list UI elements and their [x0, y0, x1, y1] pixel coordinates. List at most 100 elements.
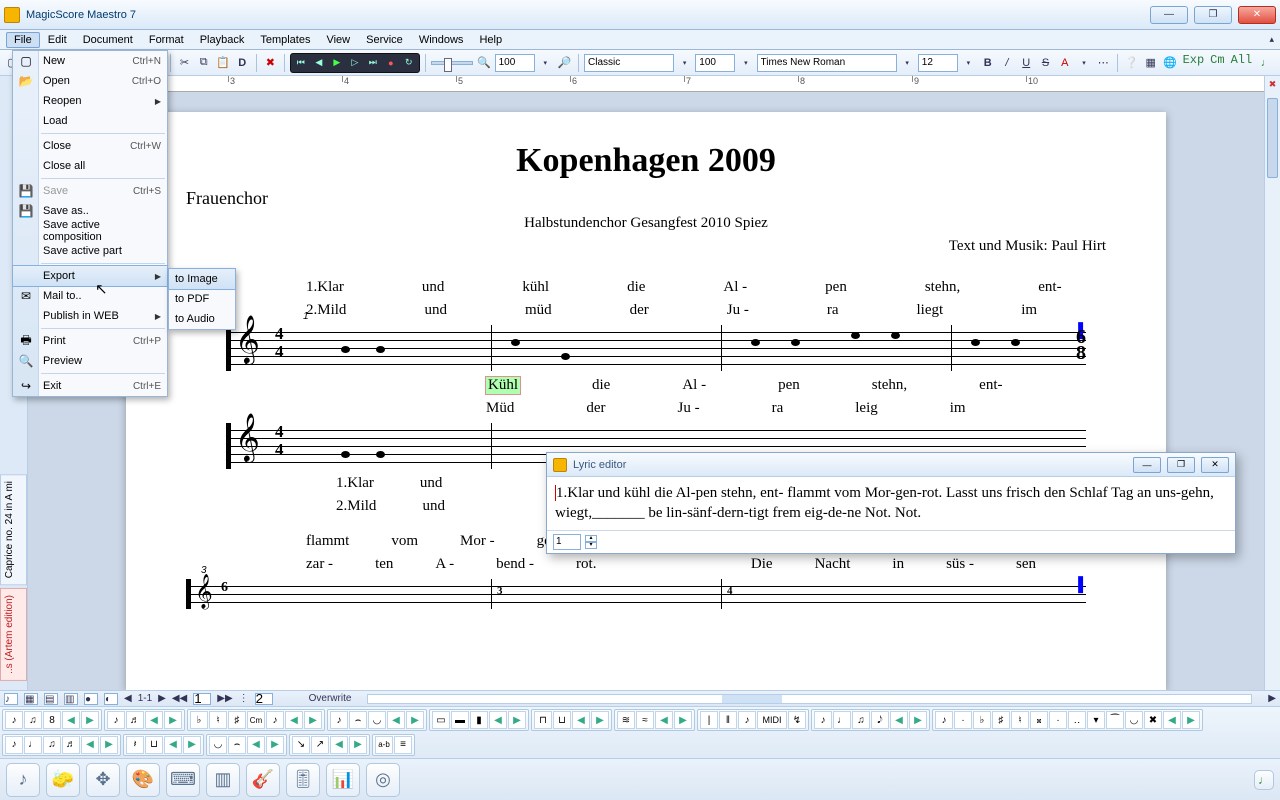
copy-icon[interactable]: ⧉ [195, 53, 212, 73]
menu-format[interactable]: Format [141, 32, 192, 48]
tempo-slider[interactable] [431, 61, 474, 65]
big-palette-icon[interactable]: 🎨 [126, 763, 160, 797]
big-mixer-icon[interactable]: 🎚 [286, 763, 320, 797]
menu-templates[interactable]: Templates [252, 32, 318, 48]
fontcolor-button[interactable]: A [1056, 53, 1073, 73]
bold-button[interactable]: B [979, 53, 996, 73]
zoom-drop[interactable]: ▾ [537, 53, 554, 73]
big-select-icon[interactable]: ✥ [86, 763, 120, 797]
style-pct[interactable] [695, 54, 735, 72]
properties-icon[interactable]: ⋯ [1095, 53, 1112, 73]
tab-caprice[interactable]: Caprice no. 24 in A mi [0, 474, 27, 585]
file-menu-save[interactable]: 💾SaveCtrl+S [13, 181, 167, 201]
style-combo[interactable] [584, 54, 674, 72]
horizontal-scrollbar[interactable] [367, 694, 1252, 704]
web-icon[interactable]: ▦ [1142, 53, 1159, 73]
tab-artem[interactable]: ..s (Artem edition) [0, 588, 27, 681]
big-guitar-icon[interactable]: 🎸 [246, 763, 280, 797]
skip-fwd-icon[interactable]: ⏭ [364, 55, 382, 71]
style-pct-drop[interactable]: ▾ [737, 53, 754, 73]
menu-view[interactable]: View [318, 32, 358, 48]
file-menu-save-as-[interactable]: 💾Save as.. [13, 201, 167, 221]
ruler-close-icon[interactable]: ✖ [1264, 76, 1280, 92]
big-cd-icon[interactable]: ◎ [366, 763, 400, 797]
step-back-icon[interactable]: ◀ [310, 55, 328, 71]
export-pdf[interactable]: to PDF [169, 289, 235, 309]
export-audio[interactable]: to Audio [169, 309, 235, 329]
menu-document[interactable]: Document [75, 32, 141, 48]
play-icon[interactable]: ▶ [328, 55, 346, 71]
fontsize-combo[interactable] [918, 54, 958, 72]
staff-1[interactable]: 1 𝄞 44 ▌ 68 [226, 325, 1086, 371]
big-chart-icon[interactable]: 📊 [326, 763, 360, 797]
bottom-corner-icon[interactable]: ♩ [1254, 770, 1274, 790]
menu-edit[interactable]: Edit [40, 32, 75, 48]
big-erase-icon[interactable]: 🧽 [46, 763, 80, 797]
file-menu-exit[interactable]: ↪ExitCtrl+E [13, 376, 167, 396]
menu-file[interactable]: File [6, 32, 40, 48]
sb-page-prev[interactable]: ◀◀ [172, 693, 187, 704]
delete-icon[interactable]: ✖ [262, 53, 279, 73]
lyric-verse-spin[interactable] [553, 534, 581, 550]
staff-icon[interactable]: ♩ [1256, 53, 1276, 73]
style-drop[interactable]: ▾ [676, 53, 693, 73]
font-combo[interactable] [757, 54, 897, 72]
big-keyboard-icon[interactable]: ⌨ [166, 763, 200, 797]
sb-btn-6[interactable]: ◐ [104, 693, 118, 705]
zoom-in-icon[interactable]: 🔎 [556, 53, 573, 73]
help-icon[interactable]: ❔ [1123, 53, 1140, 73]
menubar-collapse-icon[interactable]: ▴ [1269, 34, 1274, 45]
sb-btn-1[interactable]: ♪ [4, 693, 18, 705]
globe-icon[interactable]: 🌐 [1161, 53, 1178, 73]
export-image[interactable]: to Image [169, 269, 235, 289]
menu-windows[interactable]: Windows [411, 32, 472, 48]
all-button[interactable]: All [1229, 53, 1255, 73]
zoom-field[interactable] [495, 54, 535, 72]
exp-button[interactable]: Exp [1181, 53, 1207, 73]
file-menu-close[interactable]: CloseCtrl+W [13, 136, 167, 156]
spin-up[interactable]: ▴ [585, 535, 597, 542]
file-menu-save-active-part[interactable]: Save active part [13, 241, 167, 261]
loop-icon[interactable]: ↻ [400, 55, 418, 71]
lyric-close-button[interactable]: ✕ [1201, 457, 1229, 473]
big-note-icon[interactable]: ♪ [6, 763, 40, 797]
lyric-textarea[interactable]: 1.Klar und kühl die Al-pen stehn, ent- f… [547, 477, 1235, 531]
sb-scroll-r[interactable]: ▶ [1268, 693, 1276, 704]
maximize-button[interactable]: ❐ [1194, 6, 1232, 24]
font-drop[interactable]: ▾ [899, 53, 916, 73]
skip-back-icon[interactable]: ⏮ [292, 55, 310, 71]
paste-icon[interactable]: 📋 [214, 53, 231, 73]
big-piano-icon[interactable]: ▥ [206, 763, 240, 797]
staff-3[interactable]: 3 𝄞 6 3 4 ▌ [186, 579, 1086, 609]
sb-page[interactable] [193, 693, 211, 705]
sb-btn-3[interactable]: ▤ [44, 693, 58, 705]
spin-down[interactable]: ▾ [585, 542, 597, 549]
file-menu-save-active-composition[interactable]: Save active composition [13, 221, 167, 241]
file-menu-publish-in-web[interactable]: Publish in WEB▶ [13, 306, 167, 326]
menu-service[interactable]: Service [358, 32, 411, 48]
record-icon[interactable]: ● [382, 55, 400, 71]
fontcolor-drop[interactable]: ▾ [1075, 53, 1092, 73]
sb-arrow-l[interactable]: ◀ [124, 693, 132, 704]
menu-help[interactable]: Help [471, 32, 510, 48]
sb-mode-field[interactable] [255, 693, 273, 705]
sb-arrow-r[interactable]: ▶ [158, 693, 166, 704]
file-menu-reopen[interactable]: Reopen▶ [13, 91, 167, 111]
zoom-out-icon[interactable]: 🔍 [475, 53, 492, 73]
midi-label[interactable]: MIDI [757, 711, 787, 729]
sb-btn-5[interactable]: ● [84, 693, 98, 705]
italic-button[interactable]: / [998, 53, 1015, 73]
lyric-max-button[interactable]: ❐ [1167, 457, 1195, 473]
document-area[interactable]: Kopenhagen 2009 Frauenchor Halbstundench… [28, 92, 1264, 690]
pal-note[interactable]: ♪ [5, 711, 23, 729]
cut-icon[interactable]: ✂ [176, 53, 193, 73]
file-menu-load[interactable]: Load [13, 111, 167, 131]
file-menu-export[interactable]: Export▶ [13, 266, 167, 286]
file-menu-new[interactable]: ▢NewCtrl+N [13, 51, 167, 71]
sb-btn-2[interactable]: ▦ [24, 693, 38, 705]
lyric-min-button[interactable]: — [1133, 457, 1161, 473]
sb-page-next[interactable]: ▶▶ [217, 693, 232, 704]
underline-button[interactable]: U [1018, 53, 1035, 73]
file-menu-mail-to-[interactable]: ✉Mail to.. [13, 286, 167, 306]
close-button[interactable]: ✕ [1238, 6, 1276, 24]
